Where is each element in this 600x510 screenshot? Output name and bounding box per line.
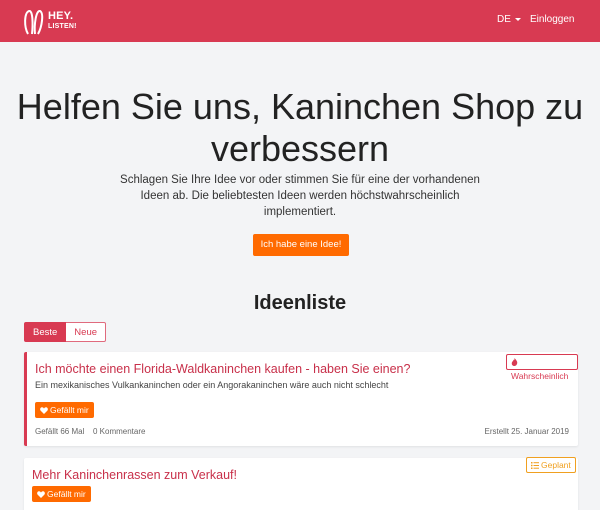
status-badge: Geplant (526, 457, 576, 473)
idea-description: Ein mexikanisches Vulkankaninchen oder e… (35, 380, 389, 390)
ideas-list-title: Ideenliste (253, 292, 347, 314)
like-button[interactable]: Gefällt mir (32, 486, 91, 502)
caret-down-icon (514, 17, 521, 21)
status-label: Wahrscheinlich (511, 371, 569, 381)
tab-beste[interactable]: Beste (24, 322, 67, 342)
logo[interactable]: HEY. LISTEN! (22, 7, 82, 37)
idea-card[interactable]: Mehr Kaninchenrassen zum Verkauf! Geplan… (24, 457, 578, 510)
created-date: Erstellt 25. Januar 2019 (484, 427, 570, 436)
like-count: Gefällt 66 Mal (35, 427, 85, 436)
like-label: Gefällt mir (50, 405, 89, 415)
comment-count[interactable]: 0 Kommentare (93, 427, 145, 436)
logo-line2: LISTEN! (48, 23, 77, 30)
idea-title[interactable]: Mehr Kaninchenrassen zum Verkauf! (32, 468, 237, 482)
idea-title[interactable]: Ich möchte einen Florida-Waldkaninchen k… (35, 362, 410, 376)
hero-subtitle: Schlagen Sie Ihre Idee vor oder stimmen … (120, 174, 480, 218)
like-button[interactable]: Gefällt mir (35, 402, 94, 418)
login-link[interactable]: Einloggen (530, 14, 574, 25)
list-icon (531, 462, 539, 469)
sort-tabs: Beste Neue (24, 322, 107, 342)
top-navbar: HEY. LISTEN! DE Einloggen (0, 0, 600, 42)
heart-icon (37, 491, 45, 498)
language-label: DE (497, 14, 511, 25)
status-badge: Wahrscheinlich (506, 354, 578, 381)
like-label: Gefällt mir (47, 489, 86, 499)
logo-line1: HEY. (48, 10, 74, 22)
tab-neue[interactable]: Neue (66, 322, 107, 342)
fire-icon (511, 358, 518, 366)
submit-idea-button[interactable]: Ich habe eine Idee! (253, 234, 349, 256)
logo-text: HEY. LISTEN! (48, 11, 77, 31)
heart-icon (40, 407, 48, 414)
language-dropdown[interactable]: DE (497, 14, 521, 25)
idea-card[interactable]: Ich möchte einen Florida-Waldkaninchen k… (24, 352, 578, 446)
hero-title: Helfen Sie uns, Kaninchen Shop zu verbes… (16, 86, 584, 169)
status-label: Geplant (541, 460, 571, 470)
